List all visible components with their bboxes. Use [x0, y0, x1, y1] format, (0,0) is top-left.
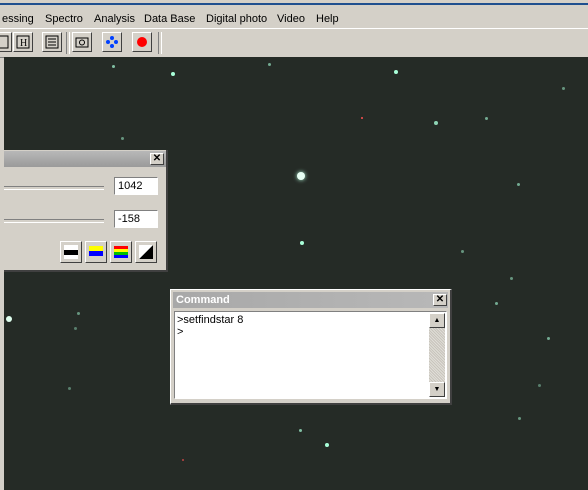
close-icon: ✕ [152, 153, 162, 164]
menu-data-base[interactable]: Data Base [144, 11, 195, 27]
star [325, 443, 329, 447]
star [68, 387, 71, 390]
star [495, 302, 498, 305]
menu-analysis[interactable]: Analysis [94, 11, 135, 27]
svg-text:H: H [20, 38, 27, 49]
scroll-up-button[interactable]: ▲ [429, 313, 445, 328]
star [361, 117, 363, 119]
bright-star [297, 172, 305, 180]
star [300, 241, 304, 245]
star [517, 183, 520, 186]
menu-digital-photo[interactable]: Digital photo [206, 11, 267, 27]
list-icon [45, 35, 59, 49]
star [485, 117, 488, 120]
palette-rainbow-button[interactable] [110, 241, 132, 263]
star [121, 137, 124, 140]
scroll-down-button[interactable]: ▼ [429, 382, 445, 397]
title-bar-edge [0, 3, 588, 5]
crosshair-icon [106, 36, 118, 48]
command-window-title: Command [176, 294, 230, 306]
low-threshold-slider[interactable] [4, 219, 104, 223]
toolbar-crosshair-button[interactable] [102, 32, 122, 52]
command-scrollbar[interactable]: ▲ ▼ [429, 313, 445, 397]
palette-gray-button[interactable] [60, 241, 82, 263]
high-threshold-slider[interactable] [4, 186, 104, 190]
menu-processing[interactable]: essing [2, 11, 34, 27]
menu-video[interactable]: Video [277, 11, 305, 27]
palette-invert-icon [139, 245, 153, 259]
star [434, 121, 438, 125]
arrow-down-icon: ▼ [433, 386, 441, 393]
star-field-image[interactable] [4, 57, 588, 490]
menu-spectro[interactable]: Spectro [45, 11, 83, 27]
star [461, 250, 464, 253]
star [171, 72, 175, 76]
toolbar-camera-button[interactable] [72, 32, 92, 52]
record-icon [137, 37, 147, 47]
toolbar-separator [66, 32, 70, 54]
star [268, 63, 271, 66]
image-icon [0, 35, 9, 49]
star [74, 327, 77, 330]
menu-help[interactable]: Help [316, 11, 339, 27]
command-output-area[interactable]: >setfindstar 8 > ▲ ▼ [174, 311, 447, 399]
histogram-icon: H [16, 35, 30, 49]
camera-icon [75, 37, 89, 48]
star [547, 337, 550, 340]
menu-bar: essing Spectro Analysis Data Base Digita… [0, 3, 588, 27]
star [6, 316, 12, 322]
low-threshold-input[interactable]: -158 [114, 210, 158, 228]
star [77, 312, 80, 315]
command-window: Command ✕ >setfindstar 8 > ▲ ▼ [170, 289, 452, 405]
toolbar-separator [158, 32, 162, 54]
visualization-panel-titlebar[interactable]: ✕ [4, 151, 166, 167]
visualization-panel-close-button[interactable]: ✕ [150, 153, 164, 165]
star [538, 384, 541, 387]
palette-blue-yellow-button[interactable] [85, 241, 107, 263]
star [510, 277, 513, 280]
star [112, 65, 115, 68]
toolbar-image-button[interactable] [0, 32, 12, 52]
toolbar-record-button[interactable] [132, 32, 152, 52]
toolbar: H [0, 28, 588, 58]
toolbar-histogram-button[interactable]: H [13, 32, 33, 52]
star [562, 87, 565, 90]
command-prompt: > [177, 326, 184, 338]
palette-blue-yellow-icon [89, 246, 103, 256]
high-threshold-input[interactable]: 1042 [114, 177, 158, 195]
toolbar-list-button[interactable] [42, 32, 62, 52]
command-window-close-button[interactable]: ✕ [433, 294, 447, 306]
star [394, 70, 398, 74]
palette-invert-button[interactable] [135, 241, 157, 263]
palette-gray-icon [64, 245, 78, 259]
palette-rainbow-icon [114, 246, 128, 258]
visualization-panel: ✕ 1042 -158 [4, 150, 168, 272]
star [518, 417, 521, 420]
star [182, 459, 184, 461]
close-icon: ✕ [435, 294, 445, 305]
arrow-up-icon: ▲ [433, 317, 441, 324]
star [299, 429, 302, 432]
command-window-titlebar[interactable]: Command ✕ [173, 292, 448, 308]
command-line: >setfindstar 8 [177, 314, 244, 326]
